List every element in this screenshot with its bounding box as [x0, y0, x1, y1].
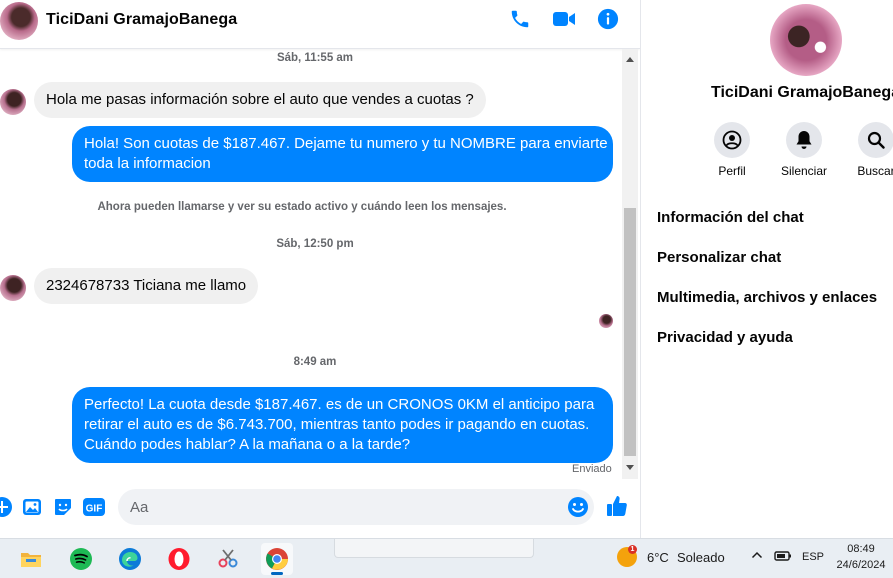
chrome-icon[interactable]	[261, 543, 293, 575]
message-text-line: Hola! Son cuotas de $187.467. Dejame tu …	[84, 135, 608, 152]
opera-icon[interactable]	[163, 543, 195, 575]
contact-avatar[interactable]	[0, 2, 38, 40]
edge-icon[interactable]	[114, 543, 146, 575]
weather-badge: 1	[628, 545, 637, 554]
incoming-message[interactable]: Hola me pasas información sobre el auto …	[34, 82, 486, 118]
menu-chat-info[interactable]: Información del chat	[657, 209, 804, 226]
contact-name[interactable]: TiciDani GramajoBanega	[46, 11, 237, 29]
gif-label: GIF	[86, 504, 103, 515]
chevron-up-icon[interactable]	[751, 549, 763, 564]
taskbar-search-box[interactable]	[334, 539, 534, 558]
incoming-message[interactable]: 2324678733 Ticiana me llamo	[34, 268, 259, 304]
action-label: Silenciar	[780, 164, 828, 178]
timestamp: Sáb, 12:50 pm	[276, 238, 354, 250]
network-battery-icon[interactable]	[774, 549, 792, 566]
message-text-line: retirar el auto es de $6.743.700, mientr…	[84, 416, 590, 433]
menu-customize-chat[interactable]: Personalizar chat	[657, 249, 781, 266]
video-icon[interactable]	[551, 6, 577, 32]
sender-avatar[interactable]	[0, 89, 26, 115]
scrollbar[interactable]	[622, 49, 638, 479]
action-silenciar[interactable]: Silenciar	[769, 122, 839, 178]
like-icon[interactable]	[605, 494, 629, 518]
outgoing-message[interactable]: Perfecto! La cuota desde $187.467. es de…	[72, 387, 613, 463]
message-text-line: toda la informacion	[84, 155, 211, 172]
phone-icon[interactable]	[507, 6, 533, 32]
language-indicator[interactable]: ESP	[802, 551, 824, 563]
conversation-info-panel: TiciDani GramajoBanega Perfil Silenciar …	[641, 0, 893, 538]
action-label: Perfil	[718, 164, 746, 178]
gif-icon[interactable]: GIF	[82, 495, 106, 519]
image-icon[interactable]	[20, 495, 44, 519]
windows-taskbar: 1 6°C Soleado ESP 08:49 24/6/2024	[0, 538, 893, 578]
scroll-down-arrow-icon[interactable]	[626, 465, 634, 470]
message-text: Hola me pasas información sobre el auto …	[46, 91, 474, 108]
message-list: Sáb, 11:55 am Hola me pasas información …	[0, 49, 622, 479]
clock-time: 08:49	[847, 543, 875, 555]
weather-condition[interactable]: Soleado	[677, 550, 725, 565]
menu-privacy-help[interactable]: Privacidad y ayuda	[657, 329, 793, 346]
action-label: Buscar	[857, 164, 893, 178]
profile-icon[interactable]	[714, 122, 750, 158]
chat-window: TiciDani GramajoBanega Sáb, 11:55 am Hol…	[0, 0, 640, 538]
search-icon[interactable]	[858, 122, 893, 158]
timestamp: 8:49 am	[293, 356, 337, 368]
timestamp: Sáb, 11:55 am	[276, 52, 354, 64]
clock-date: 24/6/2024	[836, 559, 886, 571]
system-notice: Ahora pueden llamarse y ver su estado ac…	[97, 201, 507, 213]
sender-avatar[interactable]	[0, 275, 26, 301]
file-explorer-icon[interactable]	[15, 543, 47, 575]
read-receipt-avatar	[599, 314, 613, 328]
message-input[interactable]	[118, 489, 594, 525]
outgoing-message[interactable]: Hola! Son cuotas de $187.467. Dejame tu …	[72, 126, 613, 182]
emoji-icon[interactable]	[567, 496, 589, 518]
taskbar-clock[interactable]: 08:49 24/6/2024	[832, 541, 890, 573]
action-perfil[interactable]: Perfil	[697, 122, 767, 178]
spotify-icon[interactable]	[65, 543, 97, 575]
weather-temperature[interactable]: 6°C	[647, 550, 669, 565]
info-icon[interactable]	[595, 6, 621, 32]
chat-header: TiciDani GramajoBanega	[0, 0, 640, 49]
snipping-tool-icon[interactable]	[212, 543, 244, 575]
menu-media-files-links[interactable]: Multimedia, archivos y enlaces	[657, 289, 877, 306]
plus-icon[interactable]	[0, 495, 14, 519]
bell-icon[interactable]	[786, 122, 822, 158]
sticker-icon[interactable]	[51, 495, 75, 519]
scroll-up-arrow-icon[interactable]	[626, 57, 634, 62]
message-text-line: Cuándo podes hablar? A la mañana o a la …	[84, 436, 411, 453]
action-buscar[interactable]: Buscar	[841, 122, 893, 178]
profile-avatar[interactable]	[770, 4, 842, 76]
message-status: Enviado	[572, 463, 612, 475]
message-composer: GIF	[0, 483, 640, 533]
message-text-line: Perfecto! La cuota desde $187.467. es de…	[84, 396, 595, 413]
message-text: 2324678733 Ticiana me llamo	[46, 277, 247, 294]
scroll-thumb[interactable]	[624, 208, 636, 456]
profile-name: TiciDani GramajoBanega	[711, 84, 893, 101]
